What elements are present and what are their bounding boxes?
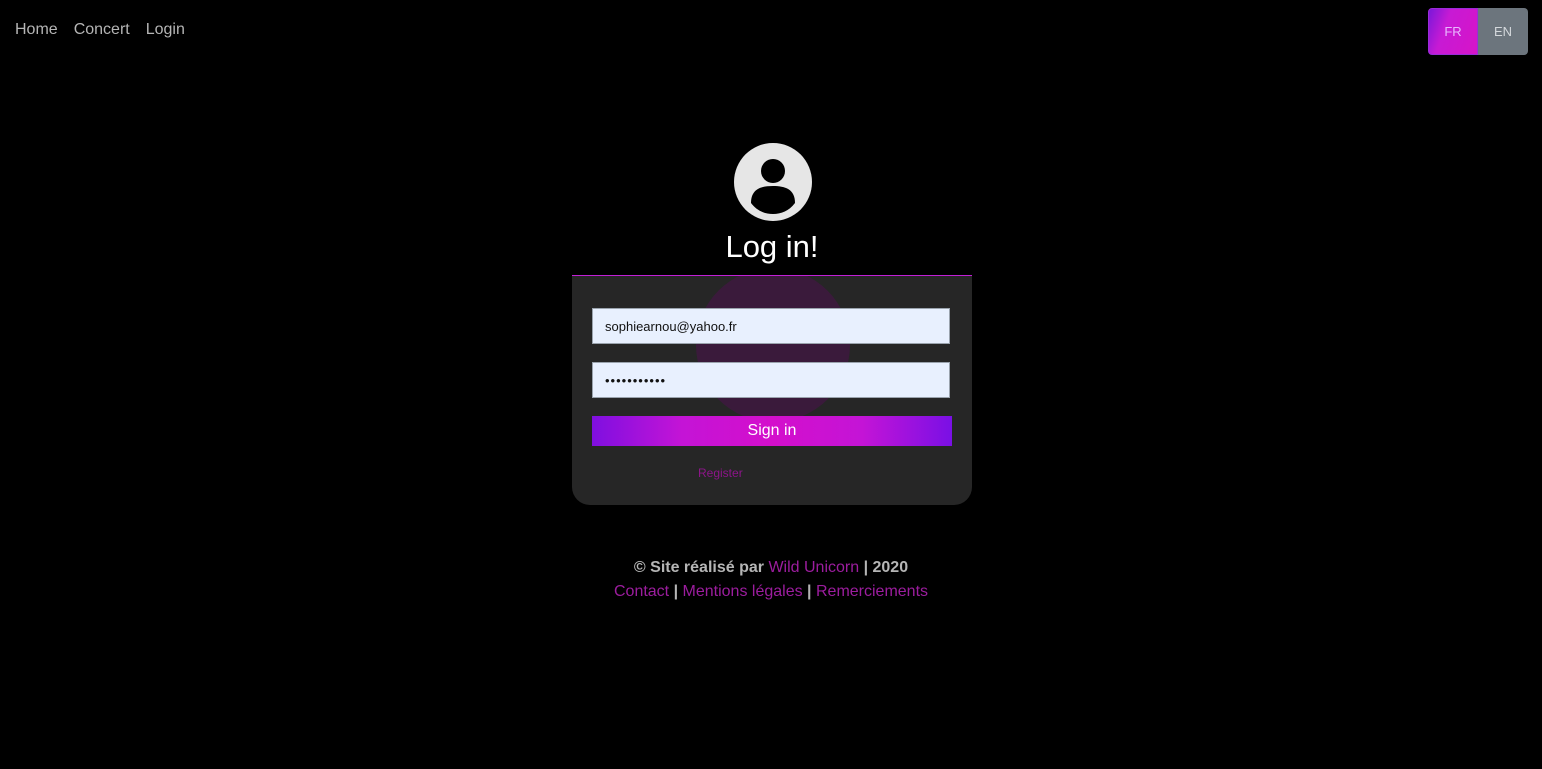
footer-links: Contact | Mentions légales | Remerciemen… [0,580,1542,604]
footer-separator: | [807,583,812,600]
nav-home-link[interactable]: Home [15,21,58,39]
footer-copyright: © Site réalisé par [633,559,764,576]
password-input[interactable] [592,362,950,398]
lang-fr-button[interactable]: FR [1428,8,1478,55]
footer-author-link[interactable]: Wild Unicorn [768,559,859,576]
footer-legal-link[interactable]: Mentions légales [683,583,803,600]
decorative-glow [696,276,850,422]
sign-in-button[interactable]: Sign in [592,416,952,446]
footer-contact-link[interactable]: Contact [614,583,669,600]
register-link[interactable]: Register [698,466,743,480]
nav-login-link[interactable]: Login [146,21,185,39]
nav-concert-link[interactable]: Concert [74,21,130,39]
main-nav: Home Concert Login [15,21,185,39]
footer: © Site réalisé par Wild Unicorn | 2020 C… [0,556,1542,604]
footer-separator: | [673,583,679,600]
login-card: Sign in Register [572,275,972,505]
lang-en-button[interactable]: EN [1478,8,1528,55]
email-input[interactable] [592,308,950,344]
user-avatar-icon [734,143,812,221]
footer-year: | 2020 [863,559,909,576]
footer-thanks-link[interactable]: Remerciements [816,583,928,600]
page-title: Log in! [725,229,819,264]
language-switcher: FR EN [1428,8,1528,55]
footer-credits: © Site réalisé par Wild Unicorn | 2020 [0,556,1542,580]
